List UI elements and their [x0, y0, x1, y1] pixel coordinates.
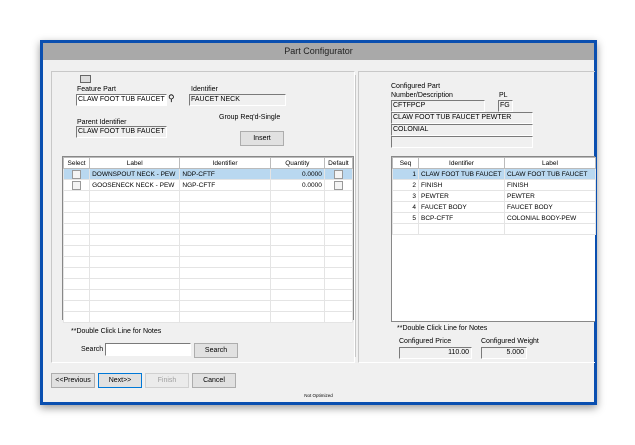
left-notes-hint: **Double Click Line for Notes — [71, 328, 162, 335]
identifier-label: Identifier — [191, 86, 218, 93]
column-header[interactable]: Select — [62, 157, 91, 169]
column-header[interactable]: Quantity — [269, 157, 325, 169]
window-title: Part Configurator — [43, 43, 594, 60]
table-row[interactable]: DOWNSPOUT NECK - PEW NDP-CFTF 0.0000 — [62, 168, 354, 180]
select-checkbox[interactable] — [72, 169, 82, 179]
feature-part-label: Feature Part — [77, 86, 116, 93]
identifier-field: FAUCET NECK — [189, 94, 286, 106]
row-quantity: 0.0000 — [269, 179, 325, 191]
row-identifier: NGP-CFTF — [179, 179, 271, 191]
configured-price-label: Configured Price — [399, 338, 452, 345]
feature-part-input[interactable]: CLAW FOOT TUB FAUCET — [76, 94, 167, 106]
pl-field: FG — [498, 100, 513, 112]
table-row[interactable]: 2 FINISH FINISH — [392, 179, 596, 191]
search-button[interactable]: Search — [194, 343, 238, 358]
column-header[interactable]: Label — [89, 157, 181, 169]
table-row[interactable]: 3 PEWTER PEWTER — [392, 190, 596, 202]
group-requirement-text: Group Req'd-Single — [219, 114, 281, 121]
configured-part-label: Configured Part — [391, 83, 441, 90]
status-text: Not Optimized — [304, 393, 333, 398]
number-description-label: Number/Description — [391, 92, 453, 99]
options-table: Select Label Identifier Quantity Default… — [62, 156, 354, 323]
column-header[interactable]: Default — [323, 157, 354, 169]
table-header: Select Label Identifier Quantity Default — [62, 157, 354, 169]
search-icon[interactable]: ⚲ — [168, 93, 175, 104]
next-button[interactable]: Next>> — [98, 373, 142, 388]
parent-identifier-label: Parent Identifier — [77, 119, 127, 126]
search-label: Search — [81, 346, 104, 353]
configured-weight-label: Configured Weight — [481, 338, 539, 345]
cancel-button[interactable]: Cancel — [192, 373, 236, 388]
finish-button[interactable]: Finish — [145, 373, 189, 388]
description2-field: COLONIAL — [391, 124, 533, 136]
insert-button[interactable]: Insert — [240, 131, 284, 146]
keyboard-icon[interactable] — [80, 75, 91, 83]
default-checkbox[interactable] — [333, 180, 343, 190]
table-row[interactable]: 4 FAUCET BODY FAUCET BODY — [392, 201, 596, 213]
panel-divider — [355, 75, 356, 357]
description3-field — [391, 136, 533, 148]
default-checkbox[interactable] — [333, 169, 343, 179]
column-header[interactable]: Seq — [392, 157, 419, 169]
column-header[interactable]: Identifier — [179, 157, 271, 169]
row-label: DOWNSPOUT NECK - PEW — [89, 168, 181, 180]
row-identifier: NDP-CFTF — [179, 168, 271, 180]
table-row[interactable]: 1 CLAW FOOT TUB FAUCET CLAW FOOT TUB FAUCE… — [392, 168, 596, 180]
description-field: CLAW FOOT TUB FAUCET PEWTER — [391, 112, 533, 124]
parent-identifier-field: CLAW FOOT TUB FAUCET — [76, 126, 167, 138]
part-configurator-window: Part Configurator Feature Part CLAW FOOT… — [43, 43, 596, 402]
search-input[interactable] — [105, 343, 191, 356]
row-label: GOOSENECK NECK - PEW — [89, 179, 181, 191]
table-row[interactable]: 5 BCP-CFTF COLONIAL BODY-PEW — [392, 212, 596, 224]
column-header[interactable]: Label — [504, 157, 596, 169]
right-notes-hint: **Double Click Line for Notes — [397, 325, 488, 332]
column-header[interactable]: Identifier — [418, 157, 505, 169]
previous-button[interactable]: <<Previous — [51, 373, 95, 388]
part-number-field: CFTFPCP — [391, 100, 485, 112]
row-quantity: 0.0000 — [269, 168, 325, 180]
configured-price-field: 110.00 — [399, 347, 472, 359]
table-header: Seq Identifier Label — [392, 157, 596, 169]
table-row[interactable]: GOOSENECK NECK - PEW NGP-CFTF 0.0000 — [62, 179, 354, 191]
configured-table: Seq Identifier Label 1 CLAW FOOT TUB FAUC… — [391, 156, 596, 322]
pl-label: PL — [499, 92, 508, 99]
configured-weight-field: 5.000 — [481, 347, 527, 359]
select-checkbox[interactable] — [72, 180, 82, 190]
